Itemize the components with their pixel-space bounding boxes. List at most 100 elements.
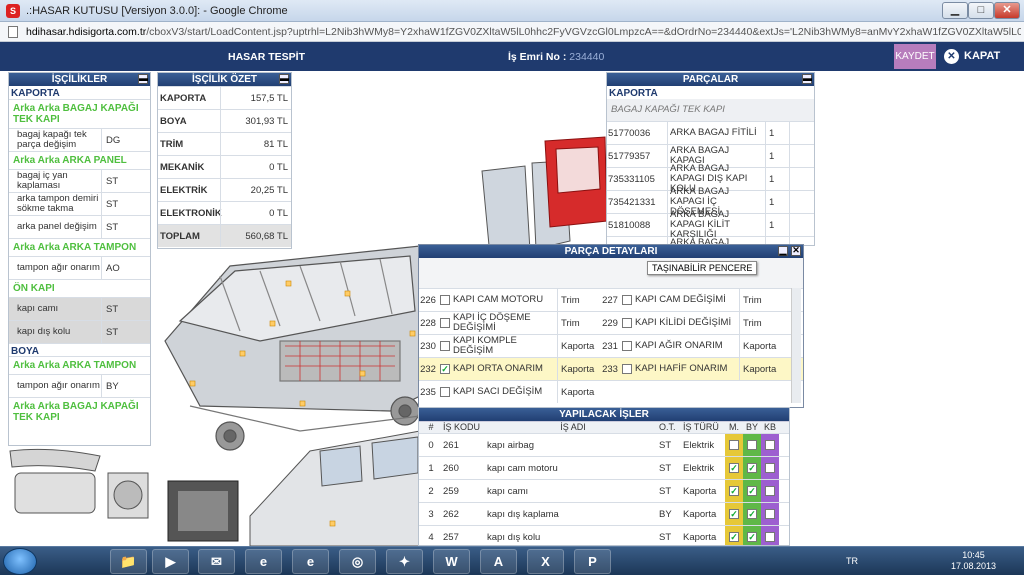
parts-group-title: BAGAJ KAPAĞI TEK KAPI	[607, 99, 814, 121]
group-title[interactable]: Arka Arka BAGAJ KAPAĞI TEK KAPI	[9, 99, 150, 128]
ozet-row: TRİM 81 TL	[158, 132, 291, 155]
group-title[interactable]: Arka Arka ARKA TAMPON	[9, 356, 150, 374]
group-title[interactable]: ÖN KAPI	[9, 279, 150, 297]
checkbox[interactable]	[622, 318, 632, 328]
app-icon: S	[6, 4, 20, 18]
url-text[interactable]: hdihasar.hdisigorta.com.tr/cboxV3/start/…	[26, 26, 1021, 38]
labor-row[interactable]: arka panel değişim ST	[9, 215, 150, 238]
clock[interactable]: 10:45 17.08.2013	[951, 550, 996, 572]
task-row[interactable]: 2 259 kapı camı ST Kaporta ✓ ✓	[419, 479, 789, 502]
detail-row[interactable]: 235 KAPI SACI DEĞİŞİM Kaporta	[419, 380, 803, 403]
task-row[interactable]: 4 257 kapı dış kolu ST Kaporta ✓ ✓	[419, 525, 789, 545]
m-checkbox[interactable]	[729, 440, 739, 450]
by-checkbox-checked[interactable]: ✓	[747, 532, 757, 542]
window-title: .:HASAR KUTUSU [Versiyon 3.0.0]: - Googl…	[26, 5, 288, 17]
task-row[interactable]: 1 260 kapı cam motoru ST Elektrik ✓ ✓	[419, 456, 789, 479]
ie-icon[interactable]: e	[245, 549, 282, 574]
minimize-button[interactable]: ▁	[942, 2, 968, 19]
labor-row[interactable]: tampon ağır onarım BY	[9, 374, 150, 397]
van-illustration	[249, 430, 421, 546]
checkbox[interactable]	[440, 295, 450, 305]
close-icon: ✕	[944, 49, 959, 64]
kb-checkbox[interactable]	[765, 440, 775, 450]
is-emri-no: 234440	[569, 51, 605, 63]
by-checkbox-checked[interactable]: ✓	[747, 509, 757, 519]
app-icon[interactable]: ✦	[386, 549, 423, 574]
task-row[interactable]: 0 261 kapı airbag ST Elektrik	[419, 433, 789, 456]
section-title: BOYA	[9, 343, 150, 357]
excel-icon[interactable]: X	[527, 549, 564, 574]
detail-row[interactable]: 226 KAPI CAM MOTORU Trim 227 KAPI CAM DEĞİŞ…	[419, 288, 803, 311]
detail-row[interactable]: 230 KAPI KOMPLE DEĞİŞİM Kaporta 231 KAPI AĞ…	[419, 334, 803, 357]
ozet-row: MEKANİK 0 TL	[158, 155, 291, 178]
checkbox[interactable]	[440, 387, 450, 397]
address-bar[interactable]: hdihasar.hdisigorta.com.tr/cboxV3/start/…	[0, 22, 1024, 42]
parcalar-panel: PARÇALAR ▬ KAPORTA BAGAJ KAPAĞI TEK KAPI …	[606, 72, 815, 246]
minimize-panel-button[interactable]: ▬	[138, 74, 148, 84]
section-title: KAPORTA	[11, 88, 60, 99]
scrollbar[interactable]	[791, 288, 801, 403]
workspace: İŞÇİLİKLER ▬ KAPORTA Arka Arka BAGAJ KAPA…	[0, 71, 1024, 546]
ozet-row: KAPORTA 157,5 TL	[158, 86, 291, 109]
yapilacak-isler-panel: YAPILACAK İŞLER # İŞ KODU İŞ ADI O.T. İŞ…	[418, 407, 790, 546]
checkbox-checked[interactable]: ✓	[440, 364, 450, 374]
media-player-icon[interactable]: ▶	[152, 549, 189, 574]
checkbox[interactable]	[622, 341, 632, 351]
labor-row[interactable]: tampon ağır onarım AO	[9, 256, 150, 279]
minimize-window-button[interactable]: ▁	[778, 246, 788, 256]
start-button[interactable]	[3, 548, 37, 575]
checkbox[interactable]	[440, 341, 450, 351]
ozet-row: ELEKTRONİK 0 TL	[158, 201, 291, 224]
outlook-icon[interactable]: ✉	[198, 549, 235, 574]
detail-row[interactable]: 228 KAPI İÇ DÖŞEME DEĞİŞİMİ Trim 229 KAPI K…	[419, 311, 803, 334]
minimize-panel-button[interactable]: ▬	[802, 74, 812, 84]
group-title[interactable]: Arka Arka ARKA PANEL	[9, 151, 150, 169]
labor-row[interactable]: bagaj kapağı tek parça değişim DG	[9, 128, 150, 151]
labor-row[interactable]: arka tampon demiri sökme takma ST	[9, 192, 150, 215]
checkbox[interactable]	[622, 364, 632, 374]
detail-row[interactable]: 232 ✓ KAPI ORTA ONARIM Kaporta 233 KAPI HAFİ…	[419, 357, 803, 380]
m-checkbox-checked[interactable]: ✓	[729, 463, 739, 473]
acrobat-icon[interactable]: A	[480, 549, 517, 574]
word-icon[interactable]: W	[433, 549, 470, 574]
m-checkbox-checked[interactable]: ✓	[729, 532, 739, 542]
kb-checkbox[interactable]	[765, 486, 775, 496]
part-row[interactable]: 51810088 ARKA BAGAJ KAPAGI KİLİT KARŞILIĞ…	[607, 210, 814, 240]
minimize-panel-button[interactable]: ▬	[279, 74, 289, 84]
group-title[interactable]: Arka Arka ARKA TAMPON	[9, 238, 150, 256]
maximize-button[interactable]: □	[968, 2, 994, 19]
tooltip: TAŞINABİLİR PENCERE	[647, 261, 758, 275]
chrome-icon[interactable]: ◎	[339, 549, 376, 574]
is-emri-label: İş Emri No : 234440	[508, 51, 605, 63]
by-checkbox-checked[interactable]: ✓	[747, 463, 757, 473]
kb-checkbox[interactable]	[765, 509, 775, 519]
ie-icon[interactable]: e	[292, 549, 329, 574]
m-checkbox-checked[interactable]: ✓	[729, 509, 739, 519]
kb-checkbox[interactable]	[765, 532, 775, 542]
powerpoint-icon[interactable]: P	[574, 549, 611, 574]
ozet-total-row: TOPLAM 560,68 TL	[158, 224, 291, 247]
close-window-button[interactable]: ✕	[994, 2, 1020, 19]
group-title[interactable]: Arka Arka BAGAJ KAPAĞI TEK KAPI	[9, 397, 150, 426]
by-checkbox-checked[interactable]: ✓	[747, 486, 757, 496]
parcalar-header: PARÇALAR ▬	[607, 73, 814, 86]
kb-checkbox[interactable]	[765, 463, 775, 473]
iscilikler-panel: İŞÇİLİKLER ▬ KAPORTA Arka Arka BAGAJ KAPA…	[8, 72, 151, 446]
labor-row[interactable]: kapı dış kolu ST	[9, 320, 150, 343]
labor-row[interactable]: bagaj iç yan kaplaması ST	[9, 169, 150, 192]
checkbox[interactable]	[622, 295, 632, 305]
close-app-button[interactable]: ✕ KAPAT	[944, 44, 1014, 69]
windows-taskbar: 📁 ▶ ✉ e e ◎ ✦ W A X P TR 10:45 17.08.2013	[0, 546, 1024, 575]
save-button[interactable]: KAYDET	[894, 44, 936, 69]
m-checkbox-checked[interactable]: ✓	[729, 486, 739, 496]
checkbox[interactable]	[440, 318, 450, 328]
part-row[interactable]: 51770036 ARKA BAGAJ FİTİLİ 1	[607, 121, 814, 144]
labor-row[interactable]: kapı camı ST	[9, 297, 150, 320]
language-indicator[interactable]: TR	[846, 556, 858, 566]
parca-detay-header[interactable]: PARÇA DETAYLARI ▁ ✕	[419, 245, 803, 258]
task-row[interactable]: 3 262 kapı dış kaplama BY Kaporta ✓ ✓	[419, 502, 789, 525]
window-titlebar: S .:HASAR KUTUSU [Versiyon 3.0.0]: - Goo…	[0, 0, 1024, 22]
close-window-icon[interactable]: ✕	[791, 246, 801, 256]
by-checkbox[interactable]	[747, 440, 757, 450]
explorer-icon[interactable]: 📁	[110, 549, 147, 574]
